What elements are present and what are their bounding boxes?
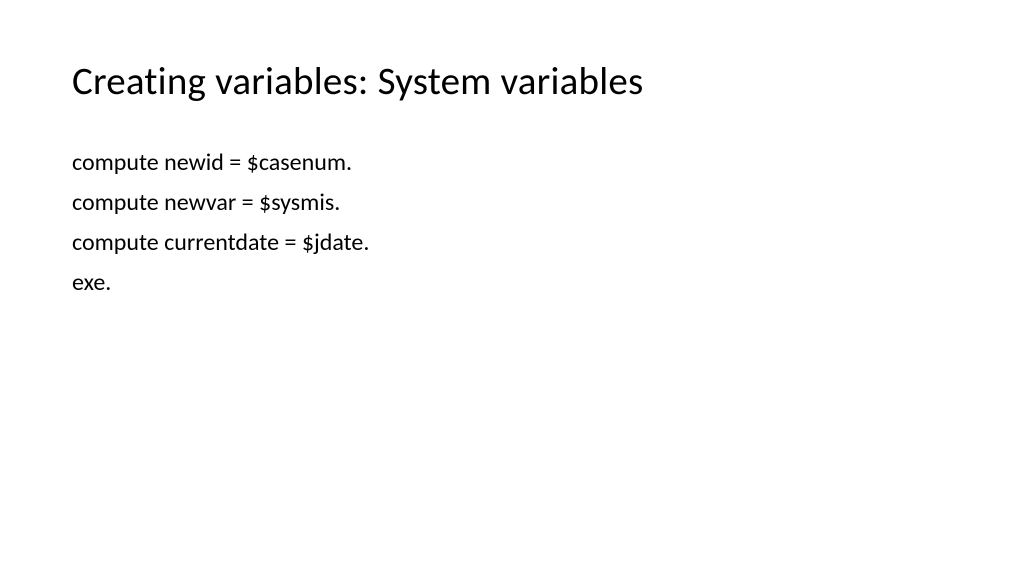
- code-line: compute newvar = $sysmis.: [72, 185, 952, 221]
- slide-title: Creating variables: System variables: [72, 58, 952, 105]
- code-line: exe.: [72, 265, 952, 301]
- code-line: compute newid = $casenum.: [72, 145, 952, 181]
- slide-body: compute newid = $casenum. compute newvar…: [72, 145, 952, 301]
- code-line: compute currentdate = $jdate.: [72, 225, 952, 261]
